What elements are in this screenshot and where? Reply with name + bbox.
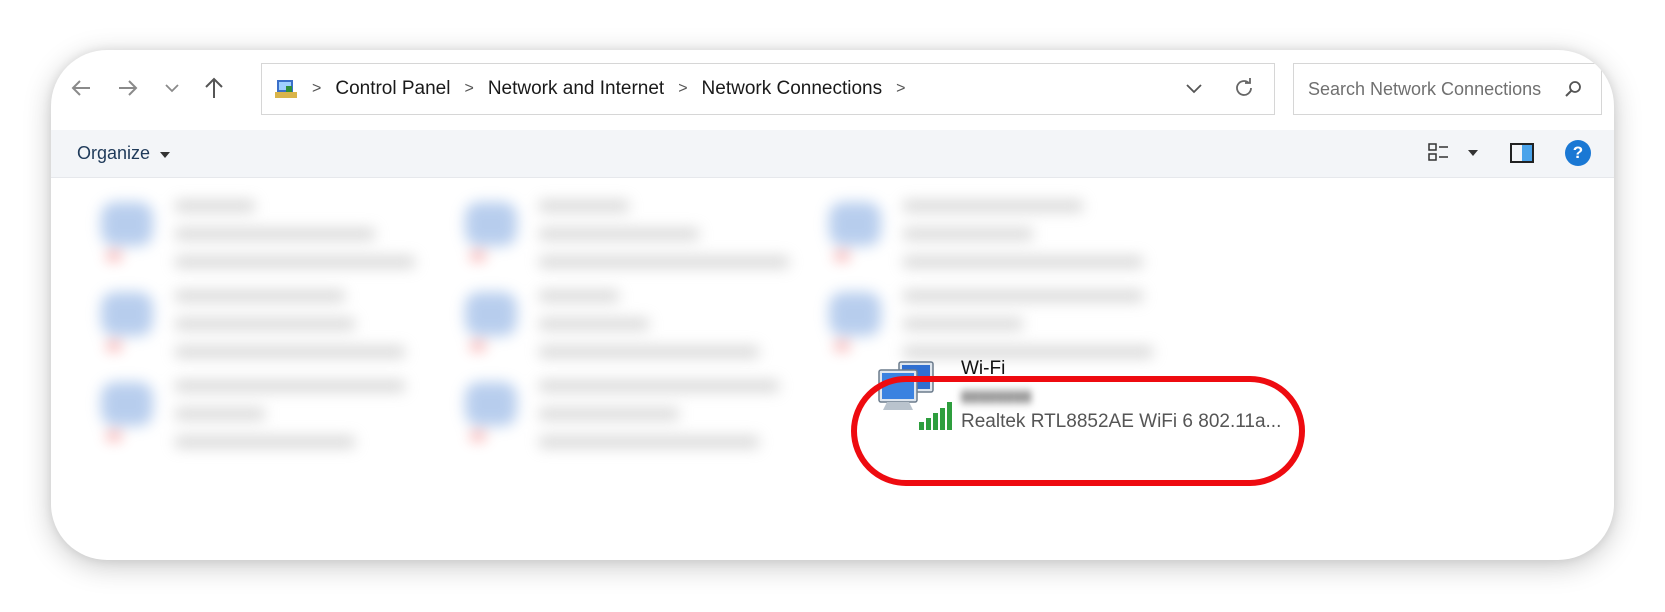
up-button[interactable] [194,68,234,108]
view-options-icon [1428,143,1448,161]
arrow-up-icon [205,77,223,98]
refresh-icon [1236,78,1252,96]
chevron-down-icon [1186,84,1202,94]
recent-locations-button[interactable] [152,68,192,108]
breadcrumb: > Control Panel > Network and Internet >… [274,64,919,114]
arrow-left-icon [71,80,90,96]
forward-button[interactable] [108,68,148,108]
list-item[interactable] [79,278,439,368]
connections-list: Wi-Fi ▮▮▮▮▮▮▮▮ Realtek RTL8852AE WiFi 6 … [51,178,1614,560]
address-dropdown-button[interactable] [1184,78,1204,103]
chevron-down-icon [165,84,179,93]
list-item[interactable] [443,188,803,278]
breadcrumb-control-panel[interactable]: Control Panel [335,78,450,100]
breadcrumb-separator: > [464,80,474,97]
help-button[interactable]: ? [1565,140,1591,166]
arrow-right-icon [119,80,138,96]
organize-label: Organize [77,143,151,163]
list-item[interactable] [443,368,803,458]
preview-pane-icon [1510,143,1534,163]
caret-down-icon[interactable] [1468,150,1478,156]
list-item[interactable] [79,188,439,278]
list-item[interactable] [807,278,1167,368]
refresh-button[interactable] [1232,76,1256,105]
list-item[interactable] [807,188,1167,278]
search-input[interactable] [1306,78,1550,101]
preview-pane-button[interactable] [1510,143,1534,168]
search-icon[interactable] [1563,79,1583,104]
explorer-window: > Control Panel > Network and Internet >… [51,50,1614,560]
caret-down-icon [160,151,171,158]
address-bar[interactable]: > Control Panel > Network and Internet >… [261,63,1275,115]
organize-button[interactable]: Organize [77,143,171,164]
change-view-button[interactable] [1428,142,1478,162]
highlight-annotation [851,376,1305,486]
back-button[interactable] [61,68,101,108]
list-item[interactable] [443,278,803,368]
breadcrumb-expand-chevron[interactable]: > [896,80,905,98]
breadcrumb-separator: > [678,80,688,97]
breadcrumb-separator: > [312,80,322,97]
breadcrumb-network-connections[interactable]: Network Connections [702,78,883,100]
breadcrumb-network-and-internet[interactable]: Network and Internet [488,78,664,100]
list-item[interactable] [79,368,439,458]
command-bar: Organize ? [51,130,1614,178]
search-box[interactable] [1293,63,1602,115]
control-panel-icon [274,78,298,100]
